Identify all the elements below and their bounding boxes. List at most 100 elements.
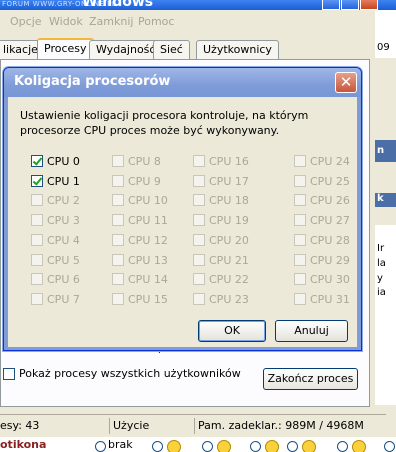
cpu-label: CPU 0 bbox=[47, 154, 80, 168]
dialog-body: Ustawienie koligacji procesora kontroluj… bbox=[8, 97, 357, 347]
cpu-affinity-checkbox: CPU 24 bbox=[294, 154, 350, 168]
cpu-affinity-checkbox: CPU 23 bbox=[193, 292, 249, 306]
cpu-affinity-checkbox: CPU 13 bbox=[112, 253, 168, 267]
cpu-label: CPU 30 bbox=[310, 272, 350, 286]
cpu-label: CPU 9 bbox=[128, 174, 161, 188]
checkmark-icon[interactable] bbox=[31, 155, 43, 167]
cpu-affinity-checkbox: CPU 21 bbox=[193, 253, 249, 267]
checkbox-box bbox=[31, 273, 43, 285]
cpu-affinity-checkbox: CPU 16 bbox=[193, 154, 249, 168]
cpu-affinity-checkbox[interactable]: CPU 0 bbox=[31, 154, 80, 168]
cpu-affinity-checkbox: CPU 30 bbox=[294, 272, 350, 286]
tab-network[interactable]: Sieć bbox=[153, 40, 190, 59]
cpu-affinity-checkbox: CPU 11 bbox=[112, 213, 168, 227]
tab-users[interactable]: Użytkownicy bbox=[196, 40, 279, 59]
checkbox-box bbox=[112, 234, 124, 246]
cpu-label: CPU 15 bbox=[128, 292, 168, 306]
menu-close[interactable]: Zamknij bbox=[89, 15, 133, 28]
emoticon-radio[interactable] bbox=[337, 441, 348, 452]
taskmgr-title: Windows bbox=[82, 0, 154, 10]
checkbox-box bbox=[31, 214, 43, 226]
dialog-titlebar[interactable]: Koligacja procesorów ✕ bbox=[4, 68, 361, 97]
checkbox-box bbox=[193, 234, 205, 246]
smiley-icon bbox=[217, 440, 231, 452]
cpu-label: CPU 21 bbox=[209, 253, 249, 267]
cpu-label: CPU 27 bbox=[310, 213, 350, 227]
cpu-label: CPU 3 bbox=[47, 213, 80, 227]
cpu-label: CPU 4 bbox=[47, 233, 80, 247]
checkbox-box bbox=[112, 194, 124, 206]
smiley-icon bbox=[302, 440, 316, 452]
cpu-label: CPU 16 bbox=[209, 154, 249, 168]
cpu-affinity-checkbox: CPU 8 bbox=[112, 154, 161, 168]
background-page-strip: 09 n k Ir la y ia bbox=[375, 0, 396, 437]
cpu-affinity-checkbox: CPU 6 bbox=[31, 272, 80, 286]
cpu-label: CPU 17 bbox=[209, 174, 249, 188]
minimize-button[interactable] bbox=[322, 0, 340, 10]
emoticons-label: otikona bbox=[0, 438, 47, 451]
emoticon-radio[interactable] bbox=[152, 441, 163, 452]
ok-button[interactable]: OK bbox=[198, 320, 266, 342]
checkbox-box bbox=[294, 175, 306, 187]
cpu-label: CPU 14 bbox=[128, 272, 168, 286]
cpu-affinity-checkbox: CPU 20 bbox=[193, 233, 249, 247]
checkbox-box bbox=[31, 254, 43, 266]
emoticon-none-radio[interactable] bbox=[95, 441, 106, 452]
cpu-label: CPU 7 bbox=[47, 292, 80, 306]
cpu-affinity-checkbox: CPU 28 bbox=[294, 233, 350, 247]
end-process-button[interactable]: Zakończ proces bbox=[263, 368, 358, 390]
cancel-button[interactable]: Anuluj bbox=[275, 320, 348, 342]
cpu-label: CPU 11 bbox=[128, 213, 168, 227]
checkbox-box bbox=[294, 273, 306, 285]
cpu-label: CPU 24 bbox=[310, 154, 350, 168]
maximize-button[interactable] bbox=[341, 0, 359, 10]
checkbox-box bbox=[193, 273, 205, 285]
checkmark-icon[interactable] bbox=[31, 175, 43, 187]
cpu-affinity-checkbox: CPU 9 bbox=[112, 174, 161, 188]
close-icon[interactable]: ✕ bbox=[335, 72, 357, 93]
cpu-label: CPU 25 bbox=[310, 174, 350, 188]
checkbox-box bbox=[112, 254, 124, 266]
emoticon-radio[interactable] bbox=[250, 441, 261, 452]
menu-options[interactable]: Opcje bbox=[10, 15, 42, 28]
smiley-icon bbox=[167, 440, 181, 452]
cpu-affinity-checkbox[interactable]: CPU 1 bbox=[31, 174, 80, 188]
cpu-affinity-checkbox: CPU 19 bbox=[193, 213, 249, 227]
forum-emoticon-bar: otikona brak bbox=[0, 437, 396, 452]
checkbox-box bbox=[193, 155, 205, 167]
cpu-label: CPU 18 bbox=[209, 193, 249, 207]
show-all-label: Pokaż procesy wszystkich użytkowników bbox=[19, 367, 241, 380]
cpu-affinity-checkbox: CPU 4 bbox=[31, 233, 80, 247]
tab-processes[interactable]: Procesy bbox=[37, 38, 94, 60]
cpu-affinity-checkbox: CPU 22 bbox=[193, 272, 249, 286]
cpu-affinity-checkbox: CPU 2 bbox=[31, 193, 80, 207]
emoticon-radio[interactable] bbox=[287, 441, 298, 452]
checkbox-box bbox=[112, 273, 124, 285]
menu-help[interactable]: Pomoc bbox=[138, 15, 174, 28]
checkbox-box bbox=[294, 254, 306, 266]
cpu-affinity-checkbox: CPU 29 bbox=[294, 253, 350, 267]
emoticon-radio[interactable] bbox=[202, 441, 213, 452]
checkbox-box bbox=[294, 155, 306, 167]
tab-performance[interactable]: Wydajność bbox=[89, 40, 163, 59]
menu-view[interactable]: Widok bbox=[49, 15, 83, 28]
show-all-processes[interactable]: Pokaż procesy wszystkich użytkowników bbox=[3, 367, 241, 380]
cpu-label: CPU 28 bbox=[310, 233, 350, 247]
cpu-affinity-checkbox: CPU 7 bbox=[31, 292, 80, 306]
checkbox-box bbox=[112, 175, 124, 187]
cpu-label: CPU 13 bbox=[128, 253, 168, 267]
cpu-affinity-checkbox: CPU 15 bbox=[112, 292, 168, 306]
cpu-affinity-checkbox: CPU 10 bbox=[112, 193, 168, 207]
cpu-affinity-checkbox: CPU 14 bbox=[112, 272, 168, 286]
checkbox-box bbox=[294, 234, 306, 246]
show-all-checkbox[interactable] bbox=[3, 367, 15, 380]
emoticon-radio[interactable] bbox=[384, 441, 395, 452]
checkbox-box bbox=[112, 155, 124, 167]
cpu-label: CPU 10 bbox=[128, 193, 168, 207]
checkbox-box bbox=[193, 293, 205, 305]
cpu-affinity-checkbox: CPU 26 bbox=[294, 193, 350, 207]
cpu-affinity-checkbox: CPU 18 bbox=[193, 193, 249, 207]
cpu-label: CPU 20 bbox=[209, 233, 249, 247]
cpu-affinity-checkbox: CPU 25 bbox=[294, 174, 350, 188]
checkbox-box bbox=[31, 194, 43, 206]
